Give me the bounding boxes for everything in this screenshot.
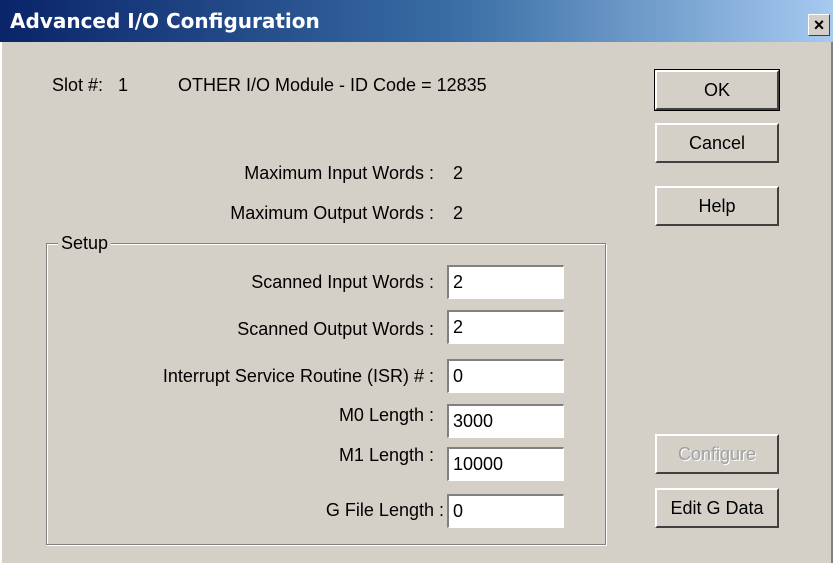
edit-g-data-button[interactable]: Edit G Data <box>655 488 779 528</box>
max-input-value: 2 <box>453 163 464 183</box>
close-button[interactable]: × <box>808 14 830 36</box>
cancel-button[interactable]: Cancel <box>655 123 779 163</box>
window-border-left <box>0 42 2 563</box>
help-button[interactable]: Help <box>655 186 779 226</box>
m1-length-label: M1 Length : <box>338 445 434 465</box>
module-info: OTHER I/O Module - ID Code = 12835 <box>178 75 487 95</box>
max-output-label: Maximum Output Words : <box>230 203 434 223</box>
g-file-length-label: G File Length : <box>325 500 444 520</box>
window-title: Advanced I/O Configuration <box>10 9 320 33</box>
ok-button[interactable]: OK <box>654 69 780 111</box>
isr-label: Interrupt Service Routine (ISR) # : <box>162 366 434 386</box>
g-file-length-field[interactable] <box>447 494 564 528</box>
configure-button[interactable]: Configure <box>655 434 779 474</box>
scanned-output-field[interactable] <box>447 310 564 344</box>
scanned-output-label: Scanned Output Words : <box>237 319 434 339</box>
scanned-input-field[interactable] <box>447 265 564 299</box>
m0-length-field[interactable] <box>447 404 564 438</box>
slot-value: 1 <box>118 75 129 95</box>
m1-length-field[interactable] <box>447 447 564 481</box>
scanned-input-label: Scanned Input Words : <box>251 272 434 292</box>
title-bar: Advanced I/O Configuration × <box>0 0 833 42</box>
max-input-label: Maximum Input Words : <box>244 163 434 183</box>
m0-length-label: M0 Length : <box>338 405 434 425</box>
slot-label: Slot #: <box>52 75 104 95</box>
close-icon: × <box>813 15 825 35</box>
setup-group-label: Setup <box>58 233 112 254</box>
max-output-value: 2 <box>453 203 464 223</box>
isr-field[interactable] <box>447 359 564 393</box>
